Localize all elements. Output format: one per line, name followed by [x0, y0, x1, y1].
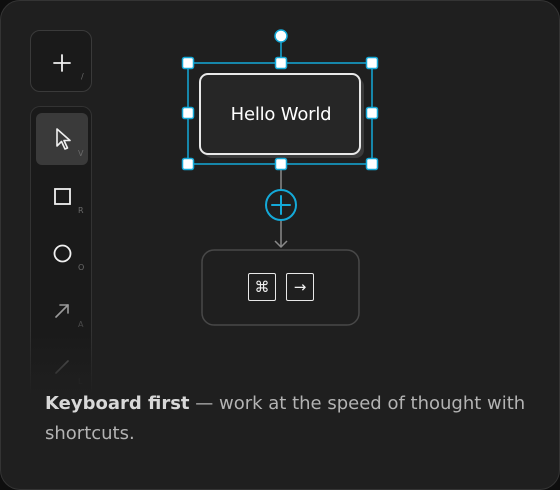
caption-title: Keyboard first: [45, 393, 190, 414]
right-arrow-key-icon: →: [286, 273, 314, 301]
resize-handle-bottom-right[interactable]: [365, 157, 379, 171]
add-node-button[interactable]: [265, 189, 297, 221]
command-key-icon: ⌘: [248, 273, 276, 301]
resize-handle-top[interactable]: [274, 56, 288, 70]
resize-handle-bottom[interactable]: [274, 157, 288, 171]
resize-handle-left[interactable]: [181, 106, 195, 120]
resize-handle-top-right[interactable]: [365, 56, 379, 70]
node-label: Hello World: [230, 103, 332, 125]
resize-handle-top-left[interactable]: [181, 56, 195, 70]
rotate-handle[interactable]: [274, 29, 288, 43]
feature-card: / V R O A Hello World ⌘ → Keyboard first…: [0, 0, 560, 490]
feature-caption: Keyboard first — work at the speed of th…: [45, 389, 535, 449]
resize-handle-right[interactable]: [365, 106, 379, 120]
shortcut-node[interactable]: [201, 249, 360, 326]
resize-handle-bottom-left[interactable]: [181, 157, 195, 171]
